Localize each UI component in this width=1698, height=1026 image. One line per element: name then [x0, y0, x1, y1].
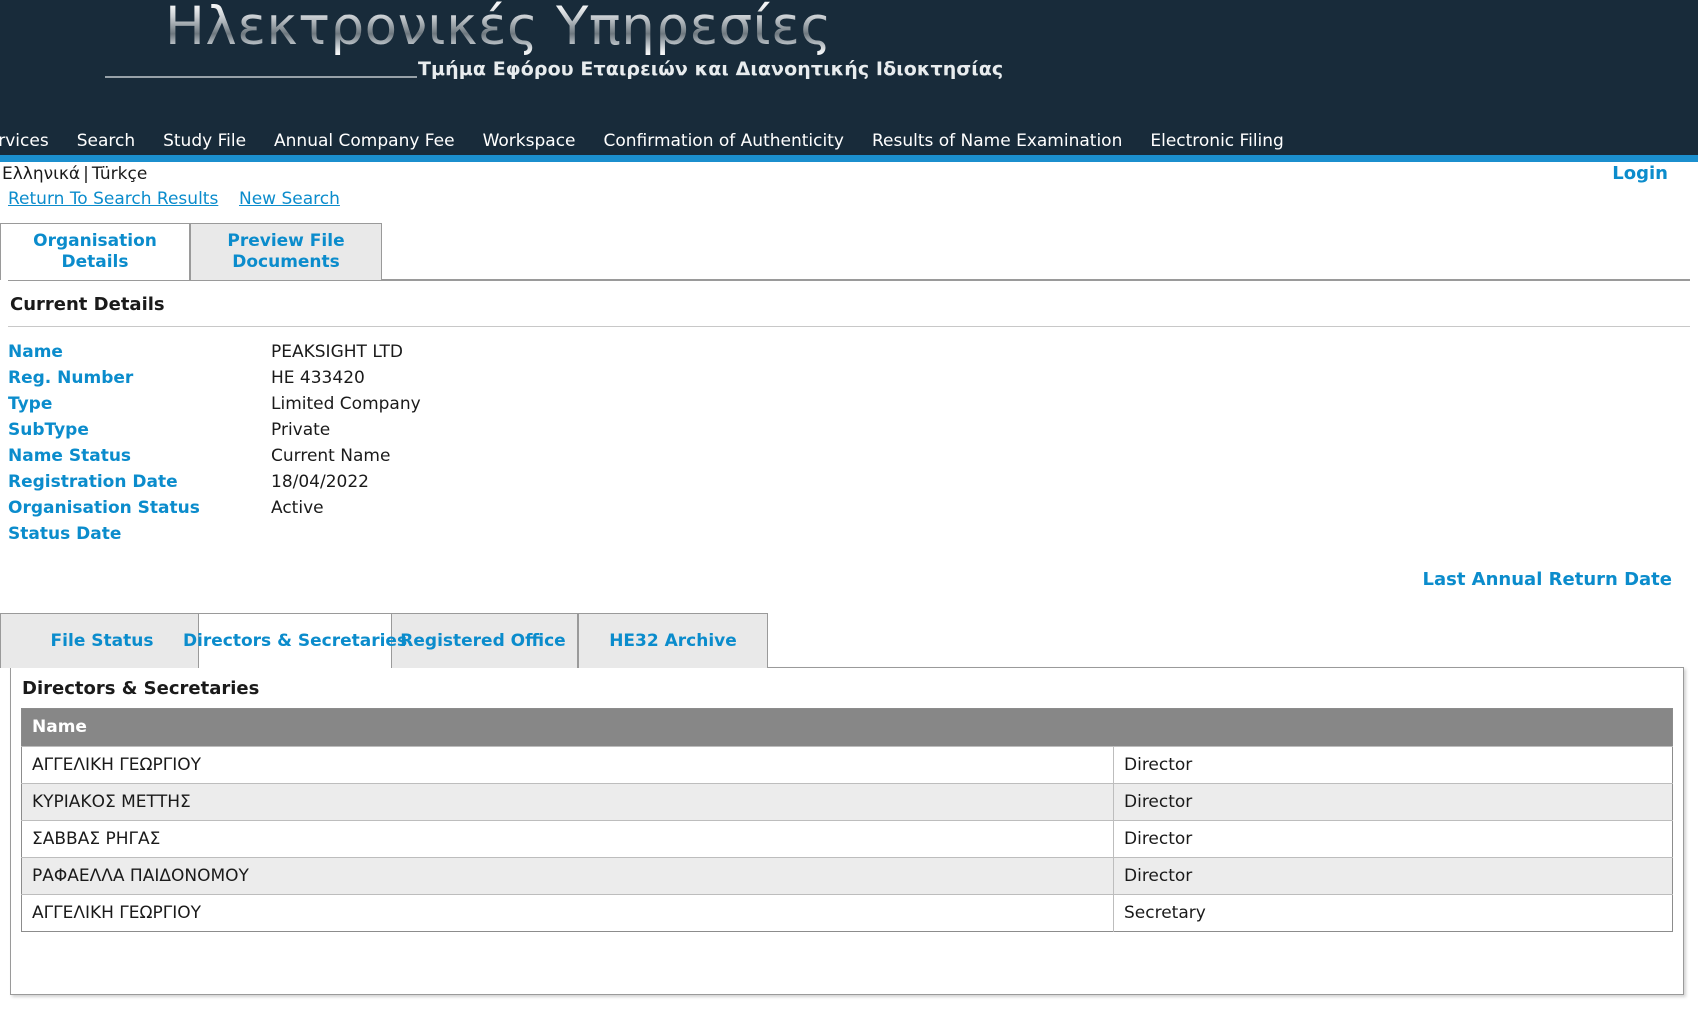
main-navigation: Services Search Study File Annual Compan… [0, 127, 1698, 155]
table-row[interactable]: ΑΓΓΕΛΙΚΗ ΓΕΩΡΓΙΟΥ Secretary [22, 895, 1673, 932]
language-greek[interactable]: Ελληνικά [2, 164, 80, 184]
cell-role: Director [1114, 784, 1673, 821]
detail-value-name: PEAKSIGHT LTD [271, 342, 403, 362]
language-turkish[interactable]: Türkçe [92, 164, 147, 184]
detail-label-registration-date: Registration Date [8, 472, 271, 492]
cell-name: ΑΓΓΕΛΙΚΗ ΓΕΩΡΓΙΟΥ [22, 747, 1114, 784]
column-header-role[interactable] [1114, 709, 1673, 747]
site-title: Ηλεκτρονικές Υπηρεσίες [165, 0, 832, 57]
detail-row-subtype: SubType Private [8, 417, 1690, 443]
search-links-bar: Return To Search Results New Search [8, 189, 1690, 223]
masthead-divider [105, 76, 417, 78]
table-row[interactable]: ΑΓΓΕΛΙΚΗ ΓΕΩΡΓΙΟΥ Director [22, 747, 1673, 784]
detail-sub-tabs: File Status Directors & Secretaries Regi… [8, 613, 1690, 668]
return-to-search-results-link[interactable]: Return To Search Results [8, 189, 218, 209]
tab-organisation-details[interactable]: Organisation Details [0, 223, 190, 280]
site-masthead: Ηλεκτρονικές Υπηρεσίες Τμήμα Εφόρου Εται… [0, 0, 1698, 127]
detail-label-organisation-status: Organisation Status [8, 498, 271, 518]
language-switcher: Ελληνικά|Türkçe [2, 164, 147, 184]
detail-value-organisation-status: Active [271, 498, 324, 518]
main-nav-list: Services Search Study File Annual Compan… [0, 127, 1698, 155]
cell-role: Director [1114, 858, 1673, 895]
detail-label-status-date: Status Date [8, 524, 271, 544]
tab-directors-secretaries[interactable]: Directors & Secretaries [198, 613, 392, 668]
login-link[interactable]: Login [1612, 163, 1668, 184]
nav-item-annual-company-fee[interactable]: Annual Company Fee [260, 127, 469, 155]
nav-item-results-name-examination[interactable]: Results of Name Examination [858, 127, 1136, 155]
nav-item-study-file[interactable]: Study File [149, 127, 260, 155]
table-row[interactable]: ΣΑΒΒΑΣ ΡΗΓΑΣ Director [22, 821, 1673, 858]
detail-label-name-status: Name Status [8, 446, 271, 466]
detail-label-subtype: SubType [8, 420, 271, 440]
column-header-name[interactable]: Name [22, 709, 1114, 747]
table-row[interactable]: ΚΥΡΙΑΚΟΣ ΜΕΤΤΗΣ Director [22, 784, 1673, 821]
language-login-strip: Ελληνικά|Türkçe Login [8, 162, 1690, 189]
table-row[interactable]: ΡΑΦΑΕΛΛΑ ΠΑΙΔΟΝΟΜΟΥ Director [22, 858, 1673, 895]
new-search-link[interactable]: New Search [239, 189, 340, 209]
panel-title: Directors & Secretaries [11, 668, 1683, 708]
detail-label-reg-number: Reg. Number [8, 368, 271, 388]
cell-name: ΡΑΦΑΕΛΛΑ ΠΑΙΔΟΝΟΜΟΥ [22, 858, 1114, 895]
detail-row-status-date: Status Date [8, 521, 1690, 547]
cell-role: Director [1114, 747, 1673, 784]
last-annual-return-row: Last Annual Return Date [8, 547, 1690, 607]
tab-preview-file-documents[interactable]: Preview File Documents [190, 223, 382, 280]
directors-secretaries-panel: Directors & Secretaries Name ΑΓΓΕΛΙΚΗ ΓΕ… [10, 667, 1684, 995]
detail-row-name-status: Name Status Current Name [8, 443, 1690, 469]
detail-value-reg-number: HE 433420 [271, 368, 365, 388]
detail-label-type: Type [8, 394, 271, 414]
nav-item-confirmation-authenticity[interactable]: Confirmation of Authenticity [590, 127, 858, 155]
cell-name: ΚΥΡΙΑΚΟΣ ΜΕΤΤΗΣ [22, 784, 1114, 821]
detail-row-registration-date: Registration Date 18/04/2022 [8, 469, 1690, 495]
organisation-tabs: Organisation Details Preview File Docume… [8, 223, 1690, 280]
nav-item-services[interactable]: Services [0, 127, 63, 155]
current-details-heading: Current Details [8, 281, 1690, 327]
directors-table: Name ΑΓΓΕΛΙΚΗ ΓΕΩΡΓΙΟΥ Director ΚΥΡΙΑΚΟΣ… [21, 708, 1673, 932]
detail-label-name: Name [8, 342, 271, 362]
detail-value-registration-date: 18/04/2022 [271, 472, 369, 492]
tab-file-status[interactable]: File Status [0, 613, 204, 668]
tab-he32-archive[interactable]: HE32 Archive [578, 613, 768, 668]
cell-role: Director [1114, 821, 1673, 858]
last-annual-return-date-label: Last Annual Return Date [1422, 569, 1672, 590]
cell-name: ΣΑΒΒΑΣ ΡΗΓΑΣ [22, 821, 1114, 858]
nav-item-search[interactable]: Search [63, 127, 149, 155]
table-header-row: Name [22, 709, 1673, 747]
nav-item-electronic-filing[interactable]: Electronic Filing [1136, 127, 1297, 155]
tab-registered-office[interactable]: Registered Office [388, 613, 578, 668]
detail-row-type: Type Limited Company [8, 391, 1690, 417]
directors-table-body: ΑΓΓΕΛΙΚΗ ΓΕΩΡΓΙΟΥ Director ΚΥΡΙΑΚΟΣ ΜΕΤΤ… [22, 747, 1673, 932]
directors-table-head: Name [22, 709, 1673, 747]
detail-value-name-status: Current Name [271, 446, 390, 466]
nav-item-workspace[interactable]: Workspace [469, 127, 590, 155]
detail-value-subtype: Private [271, 420, 330, 440]
current-details-list: Name PEAKSIGHT LTD Reg. Number HE 433420… [8, 327, 1690, 547]
detail-row-name: Name PEAKSIGHT LTD [8, 339, 1690, 365]
detail-row-organisation-status: Organisation Status Active [8, 495, 1690, 521]
detail-value-type: Limited Company [271, 394, 421, 414]
cell-name: ΑΓΓΕΛΙΚΗ ΓΕΩΡΓΙΟΥ [22, 895, 1114, 932]
cell-role: Secretary [1114, 895, 1673, 932]
site-subtitle: Τμήμα Εφόρου Εταιρειών και Διανοητικής Ι… [418, 58, 1003, 80]
detail-row-reg-number: Reg. Number HE 433420 [8, 365, 1690, 391]
language-separator: | [80, 164, 92, 184]
nav-accent-bar [0, 155, 1698, 162]
